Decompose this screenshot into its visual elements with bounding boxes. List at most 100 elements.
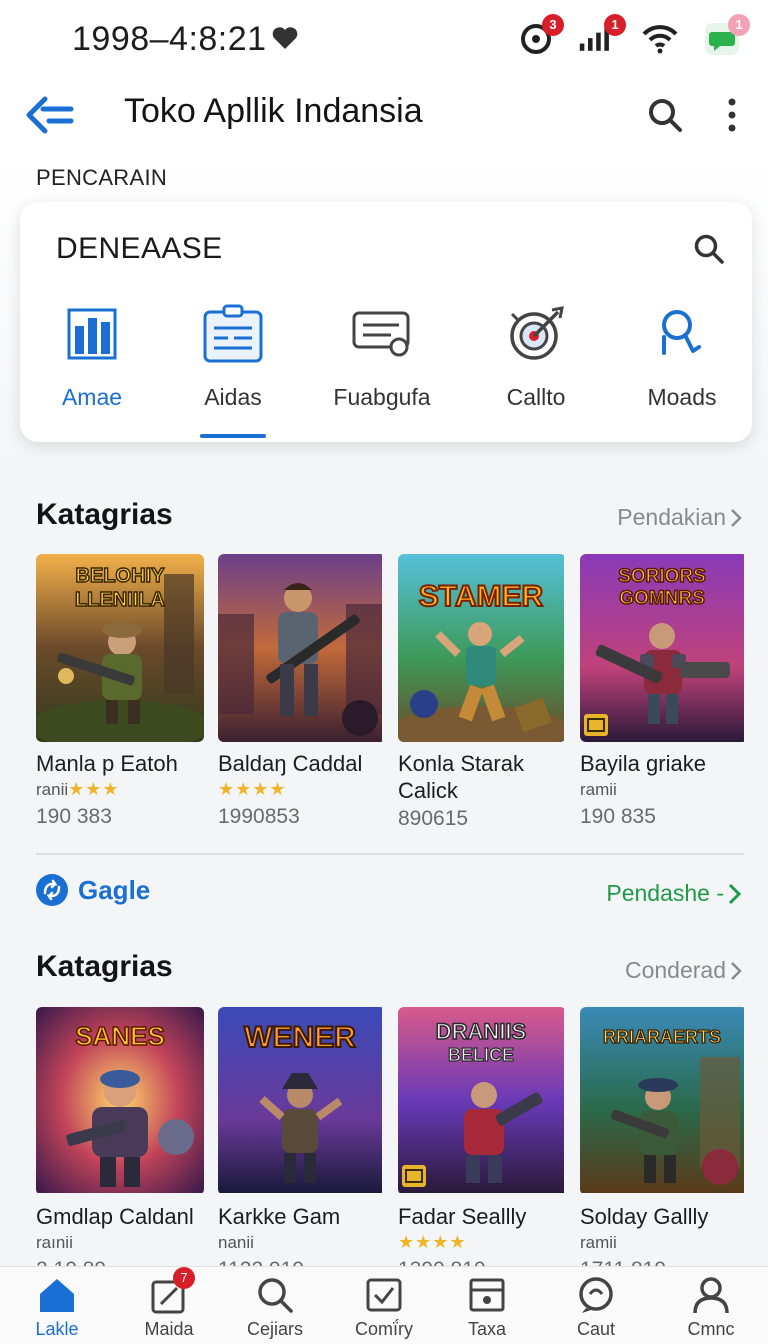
game-thumbnail: SANES xyxy=(36,1007,204,1195)
nav-item-cmnc[interactable]: Cmnc xyxy=(656,1275,766,1340)
game-art-title: WENER xyxy=(244,1021,356,1054)
wifi-icon xyxy=(640,20,680,58)
game-card[interactable]: WENER Karkke Gam nanii 1122 919 xyxy=(218,1007,386,1285)
game-card[interactable]: Baldaŋ Caddal ★★★★ 1990853 xyxy=(218,554,386,832)
search-input[interactable]: DENEAASE xyxy=(56,232,223,266)
game-art-title: BELICE xyxy=(448,1045,514,1065)
search-submit-button[interactable] xyxy=(688,228,730,270)
section-more-label: Pendakian xyxy=(617,504,726,530)
nav-label: Comḯry xyxy=(355,1319,413,1339)
search-card: DENEAASE Amae Aidas Fuabgufa Callto Moad… xyxy=(20,202,752,442)
filter-tabs: Amae Aidas Fuabgufa Callto Moads xyxy=(20,298,752,442)
app-bar: Toko Apllik Indansia xyxy=(0,80,768,158)
google-link[interactable]: Gagle xyxy=(36,874,150,906)
status-bar: 1998–4:8:21 3 1 1 xyxy=(0,0,768,80)
google-label: Gagle xyxy=(78,874,151,905)
tab-label: Moads xyxy=(647,384,717,410)
chevron-right-icon xyxy=(731,961,742,980)
game-thumbnail: WENER xyxy=(218,1007,386,1195)
tab-amae[interactable]: Amae xyxy=(22,298,162,442)
nav-item-taxa[interactable]: Taxa xyxy=(432,1275,542,1340)
tab-label: Fuabgufa xyxy=(333,384,431,410)
game-name: Konla Starak Calick xyxy=(398,751,524,803)
game-name: Gmdlap Caldanl xyxy=(36,1204,194,1229)
game-name: Manla p Eatoh xyxy=(36,751,178,776)
game-card[interactable]: SORIORS GOMNRS Bayila griake ramii 190 8… xyxy=(580,554,748,832)
box-icon xyxy=(465,1275,509,1315)
download-count: 190 835 xyxy=(580,805,656,828)
page-title: Toko Apllik Indansia xyxy=(124,92,423,130)
nav-item-lakle[interactable]: Lakle xyxy=(2,1275,112,1340)
game-meta: raınii xyxy=(36,1230,204,1255)
game-art-title: GOMNRS xyxy=(619,588,705,609)
star-rating: ★★★★ xyxy=(398,1232,467,1252)
game-card[interactable]: DRANIIS BELICE Fadar Seallly ★★★★ 1390 8… xyxy=(398,1007,566,1285)
game-meta: ranii★★★ xyxy=(36,777,204,802)
back-arrow-icon xyxy=(26,96,74,134)
game-card[interactable]: BELOHIY LLENIILA Manla p Eatoh ranii★★★ … xyxy=(36,554,204,832)
game-card[interactable]: STAMER Konla Starak Calick 890615 xyxy=(398,554,566,834)
game-subtitle: ramii xyxy=(580,1233,617,1252)
download-count: 890615 xyxy=(398,807,469,830)
game-name: Bayila griake xyxy=(580,751,706,776)
game-art-title: BELOHIY xyxy=(76,565,166,587)
game-card[interactable]: RRIARAERTS Solday Gallly ramii 1711 819 xyxy=(580,1007,748,1285)
download-count: 1990853 xyxy=(218,805,300,828)
game-name: Karkke Gam xyxy=(218,1204,341,1229)
chevron-right-icon xyxy=(728,883,742,904)
nav-item-comiry[interactable]: Comḯry xyxy=(329,1275,439,1340)
message-card-icon xyxy=(350,302,414,366)
tab-fuabgufa[interactable]: Fuabgufa xyxy=(312,298,452,442)
nav-label: Cejiars xyxy=(246,1319,303,1339)
game-meta: ramii xyxy=(580,777,748,802)
game-art-title: RRIARAERTS xyxy=(603,1027,721,1047)
game-art-title: SORIORS xyxy=(618,566,706,587)
tab-callto[interactable]: Callto xyxy=(466,298,606,442)
game-thumbnail xyxy=(218,554,386,742)
section-more-link[interactable]: Pendakian xyxy=(617,504,742,531)
chat-icon xyxy=(574,1275,618,1315)
message-app-icon: 1 xyxy=(702,14,750,58)
game-art-title: STAMER xyxy=(419,580,544,613)
divider xyxy=(36,853,744,855)
sync-icon xyxy=(36,874,68,906)
status-time: 1998–4:8:21 xyxy=(72,20,267,58)
game-thumbnail: RRIARAERTS xyxy=(580,1007,748,1195)
tab-moads[interactable]: Moads xyxy=(612,298,752,442)
game-name: Solday Gallly xyxy=(580,1204,709,1229)
home-icon xyxy=(35,1275,79,1315)
section-more-link[interactable]: Conderad xyxy=(625,957,742,984)
search-icon xyxy=(694,234,724,264)
section-title: Katagrias xyxy=(36,498,173,531)
more-menu-button[interactable] xyxy=(710,90,754,140)
pendashe-label: Pendashe - xyxy=(606,880,724,906)
list-card-icon xyxy=(201,302,265,366)
nav-item-maida[interactable]: 7 Maida xyxy=(114,1267,224,1340)
nav-label: Caut xyxy=(576,1319,616,1339)
tab-aidas[interactable]: Aidas xyxy=(163,298,303,442)
game-card[interactable]: SANES Gmdlap Caldanl raınii 2.10 89 xyxy=(36,1007,204,1285)
search-icon xyxy=(253,1275,297,1315)
status-badge: 1 xyxy=(604,14,626,36)
edit-icon: 7 xyxy=(147,1267,195,1315)
section-title: Katagrias xyxy=(36,950,173,983)
game-subtitle: raınii xyxy=(36,1233,73,1252)
pendashe-link[interactable]: Pendashe - xyxy=(606,880,742,907)
signal-icon: 1 xyxy=(578,14,626,58)
star-rating: ★★★★ xyxy=(218,779,287,799)
status-badge: 3 xyxy=(542,14,564,36)
bottom-nav: Lakle 7 Maida Cejiars Comḯry Taxa Caut C… xyxy=(0,1266,768,1344)
header-search-button[interactable] xyxy=(640,90,690,140)
status-badge: 1 xyxy=(728,14,750,36)
nav-item-cejiars[interactable]: Cejiars xyxy=(220,1275,330,1340)
game-art-title: DRANIIS xyxy=(436,1019,526,1044)
nav-label: Cmnc xyxy=(687,1319,735,1339)
tab-label: Amae xyxy=(61,384,123,410)
nav-label: Maida xyxy=(144,1319,194,1339)
nav-badge: 7 xyxy=(173,1267,195,1289)
back-button[interactable] xyxy=(22,90,78,140)
nav-item-caut[interactable]: Caut xyxy=(541,1275,651,1340)
game-art-title: LLENIILA xyxy=(75,589,165,611)
game-meta: ★★★★ xyxy=(398,1230,566,1255)
game-subtitle: ramii xyxy=(580,780,617,799)
